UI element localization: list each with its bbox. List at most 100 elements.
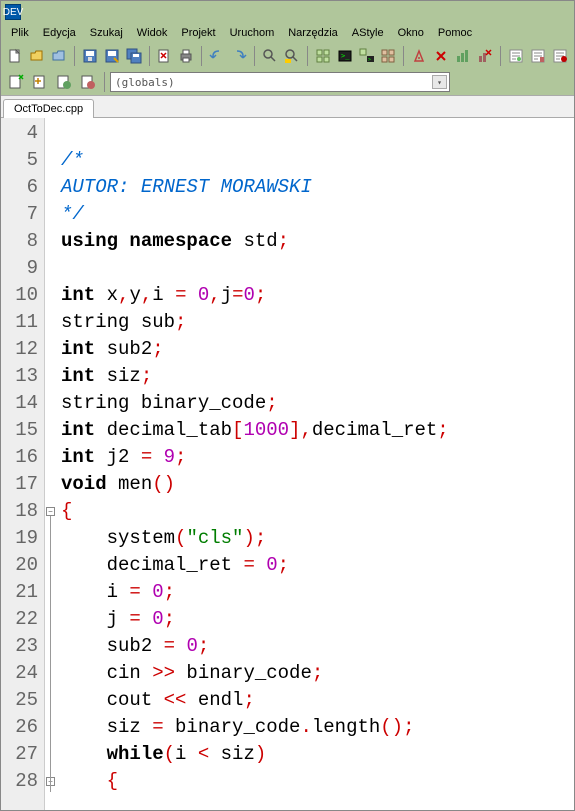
- code-line[interactable]: string sub;: [61, 309, 574, 336]
- breakpoint-icon[interactable]: [550, 45, 570, 67]
- open-project-icon[interactable]: [49, 45, 69, 67]
- code-line[interactable]: system("cls");: [61, 525, 574, 552]
- goto-icon[interactable]: [506, 45, 526, 67]
- menu-item-edycja[interactable]: Edycja: [37, 25, 82, 41]
- undo-icon[interactable]: [207, 45, 227, 67]
- toolbar-secondary: (globals) ▾: [1, 69, 574, 95]
- code-line[interactable]: [61, 120, 574, 147]
- open-icon[interactable]: [27, 45, 47, 67]
- code-line[interactable]: cout << endl;: [61, 687, 574, 714]
- bookmark-icon[interactable]: [528, 45, 548, 67]
- line-number: 20: [1, 552, 38, 579]
- line-number: 18: [1, 498, 38, 525]
- code-line[interactable]: string binary_code;: [61, 390, 574, 417]
- code-line[interactable]: {: [61, 498, 574, 525]
- code-line[interactable]: int j2 = 9;: [61, 444, 574, 471]
- file-tab-active[interactable]: OctToDec.cpp: [3, 99, 94, 118]
- code-line[interactable]: cin >> binary_code;: [61, 660, 574, 687]
- replace-icon[interactable]: [282, 45, 302, 67]
- code-line[interactable]: siz = binary_code.length();: [61, 714, 574, 741]
- line-number: 8: [1, 228, 38, 255]
- line-number-gutter: 4567891011121314151617181920212223242526…: [1, 118, 45, 810]
- code-area[interactable]: /*AUTOR: ERNEST MORAWSKI*/using namespac…: [57, 118, 574, 810]
- code-line[interactable]: /*: [61, 147, 574, 174]
- line-number: 16: [1, 444, 38, 471]
- svg-text:>_: >_: [341, 52, 350, 60]
- delete-profile-icon[interactable]: [475, 45, 495, 67]
- new-class-icon[interactable]: [5, 71, 27, 93]
- line-number: 13: [1, 363, 38, 390]
- insert-icon[interactable]: [29, 71, 51, 93]
- code-line[interactable]: i = 0;: [61, 579, 574, 606]
- code-line[interactable]: decimal_ret = 0;: [61, 552, 574, 579]
- line-number: 25: [1, 687, 38, 714]
- code-line[interactable]: AUTOR: ERNEST MORAWSKI: [61, 174, 574, 201]
- debug-icon[interactable]: [409, 45, 429, 67]
- menu-item-szukaj[interactable]: Szukaj: [84, 25, 129, 41]
- line-number: 22: [1, 606, 38, 633]
- find-icon[interactable]: [260, 45, 280, 67]
- line-number: 11: [1, 309, 38, 336]
- menu-item-widok[interactable]: Widok: [131, 25, 174, 41]
- line-number: 21: [1, 579, 38, 606]
- separator: [104, 72, 105, 92]
- run-icon[interactable]: >_: [335, 45, 355, 67]
- menubar: PlikEdycjaSzukajWidokProjektUruchomNarzę…: [1, 23, 574, 43]
- code-line[interactable]: */: [61, 201, 574, 228]
- separator: [307, 46, 308, 66]
- menu-item-uruchom[interactable]: Uruchom: [224, 25, 281, 41]
- line-number: 17: [1, 471, 38, 498]
- code-editor[interactable]: 4567891011121314151617181920212223242526…: [1, 117, 574, 810]
- menu-item-astyle[interactable]: AStyle: [346, 25, 390, 41]
- code-line[interactable]: j = 0;: [61, 606, 574, 633]
- app-icon: DEV: [5, 4, 21, 20]
- toolbar-main: >_ >: [1, 43, 574, 69]
- save-icon[interactable]: [80, 45, 100, 67]
- rebuild-icon[interactable]: [379, 45, 399, 67]
- save-as-icon[interactable]: [102, 45, 122, 67]
- redo-icon[interactable]: [229, 45, 249, 67]
- save-all-icon[interactable]: [124, 45, 144, 67]
- print-icon[interactable]: [176, 45, 196, 67]
- fold-column: −−: [45, 118, 57, 810]
- code-line[interactable]: int siz;: [61, 363, 574, 390]
- menu-item-okno[interactable]: Okno: [392, 25, 430, 41]
- compile-icon[interactable]: [313, 45, 333, 67]
- code-line[interactable]: using namespace std;: [61, 228, 574, 255]
- separator: [74, 46, 75, 66]
- code-line[interactable]: int decimal_tab[1000],decimal_ret;: [61, 417, 574, 444]
- scope-combo[interactable]: (globals) ▾: [110, 72, 450, 92]
- svg-text:>: >: [368, 57, 371, 63]
- titlebar: DEV: [1, 1, 574, 23]
- code-line[interactable]: {: [61, 768, 574, 795]
- toggle-icon[interactable]: [53, 71, 75, 93]
- new-file-icon[interactable]: [5, 45, 25, 67]
- separator: [254, 46, 255, 66]
- code-line[interactable]: void men(): [61, 471, 574, 498]
- fold-line: [50, 516, 51, 792]
- menu-item-pomoc[interactable]: Pomoc: [432, 25, 478, 41]
- stop-debug-icon[interactable]: [431, 45, 451, 67]
- code-line[interactable]: sub2 = 0;: [61, 633, 574, 660]
- line-number: 15: [1, 417, 38, 444]
- line-number: 6: [1, 174, 38, 201]
- separator: [403, 46, 404, 66]
- menu-item-plik[interactable]: Plik: [5, 25, 35, 41]
- line-number: 10: [1, 282, 38, 309]
- chevron-down-icon[interactable]: ▾: [432, 75, 447, 89]
- separator: [500, 46, 501, 66]
- line-number: 7: [1, 201, 38, 228]
- code-line[interactable]: int sub2;: [61, 336, 574, 363]
- line-number: 26: [1, 714, 38, 741]
- clear-icon[interactable]: [77, 71, 99, 93]
- line-number: 9: [1, 255, 38, 282]
- code-line[interactable]: while(i < siz): [61, 741, 574, 768]
- profile-icon[interactable]: [453, 45, 473, 67]
- code-line[interactable]: [61, 255, 574, 282]
- code-line[interactable]: int x,y,i = 0,j=0;: [61, 282, 574, 309]
- menu-item-projekt[interactable]: Projekt: [175, 25, 221, 41]
- menu-item-narzędzia[interactable]: Narzędzia: [282, 25, 344, 41]
- fold-toggle-icon[interactable]: −: [46, 507, 55, 516]
- close-icon[interactable]: [154, 45, 174, 67]
- compile-run-icon[interactable]: >: [357, 45, 377, 67]
